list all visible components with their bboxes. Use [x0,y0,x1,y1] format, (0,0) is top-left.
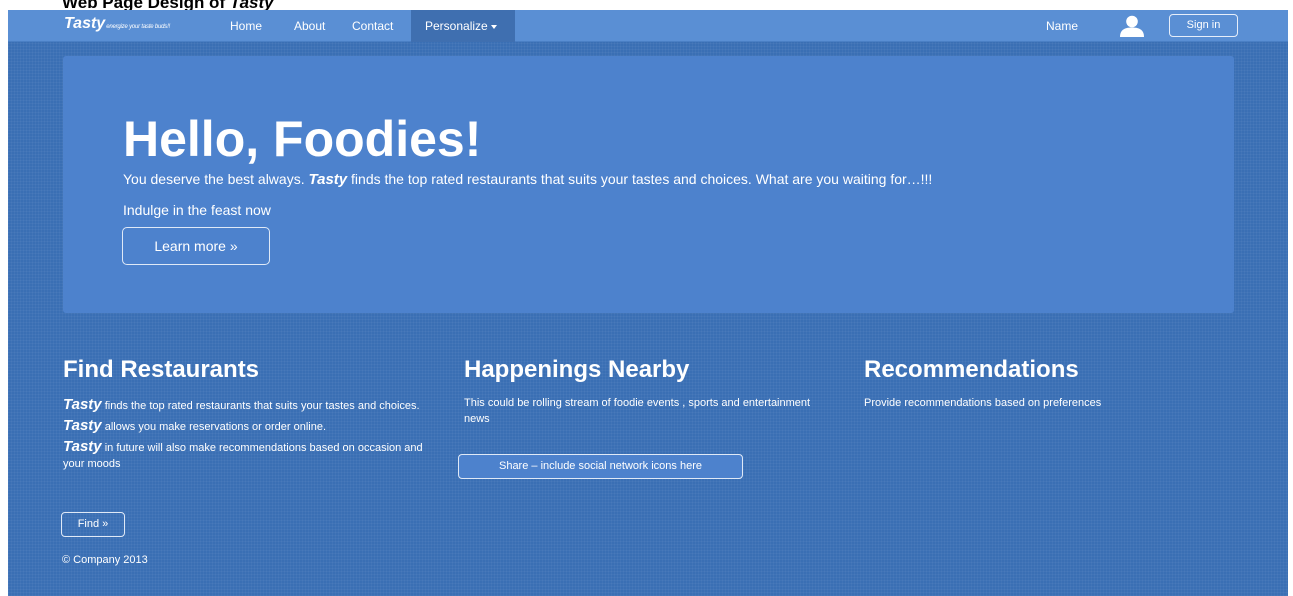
footer-copyright: © Company 2013 [62,554,148,566]
find-p3: Tasty in future will also make recommend… [63,439,433,472]
find-p1: Tasty finds the top rated restaurants th… [63,397,433,414]
find-p2-brand: Tasty [63,417,102,434]
happenings-title: Happenings Nearby [464,356,690,383]
find-p1-brand: Tasty [63,396,102,413]
hero-text-before: You deserve the best always. [123,171,305,187]
find-restaurants-section: Find Restaurants Tasty finds the top rat… [63,356,433,472]
recommendations-title: Recommendations [864,356,1079,383]
navbar: Tastyenergize your taste buds!! Home Abo… [8,10,1288,42]
hero-text-after: finds the top rated restaurants that sui… [351,171,933,187]
hero-title: Hello, Foodies! [123,111,482,167]
brand-name: Tasty [64,15,106,32]
happenings-text: This could be rolling stream of foodie e… [464,397,811,425]
find-p2-text: allows you make reservations or order on… [104,421,327,433]
find-p1-text: finds the top rated restaurants that sui… [104,400,420,412]
brand-logo[interactable]: Tastyenergize your taste buds!! [64,15,170,33]
find-restaurants-title: Find Restaurants [63,356,260,383]
signin-button[interactable]: Sign in [1169,14,1238,37]
nav-about[interactable]: About [294,19,325,33]
hero-jumbotron: Hello, Foodies! You deserve the best alw… [63,56,1234,313]
find-p3-text: in future will also make recommendations… [63,442,423,470]
brand-tagline: energize your taste buds!! [106,24,171,30]
user-name: Name [1046,19,1079,33]
share-button[interactable]: Share – include social network icons her… [458,454,743,479]
find-p2: Tasty allows you make reservations or or… [63,418,433,435]
personalize-label: Personalize [425,19,488,33]
hero-brand: Tasty [308,171,348,188]
hero-tagline: Indulge in the feast now [123,202,271,218]
nav-personalize-dropdown[interactable]: Personalize [425,19,497,33]
find-button[interactable]: Find » [61,512,125,537]
hero-description: You deserve the best always. Tasty finds… [123,171,932,188]
happenings-nearby-section: Happenings Nearby This could be rolling … [464,356,834,427]
user-icon[interactable] [1118,14,1146,38]
learn-more-button[interactable]: Learn more » [122,227,270,265]
find-p3-brand: Tasty [63,438,102,455]
nav-contact[interactable]: Contact [352,19,393,33]
nav-home[interactable]: Home [230,19,262,33]
recommendations-text: Provide recommendations based on prefere… [864,397,1102,409]
browser-viewport: Tastyenergize your taste buds!! Home Abo… [8,10,1288,596]
caret-down-icon [490,24,497,29]
recommendations-section: Recommendations Provide recommendations … [864,356,1244,411]
